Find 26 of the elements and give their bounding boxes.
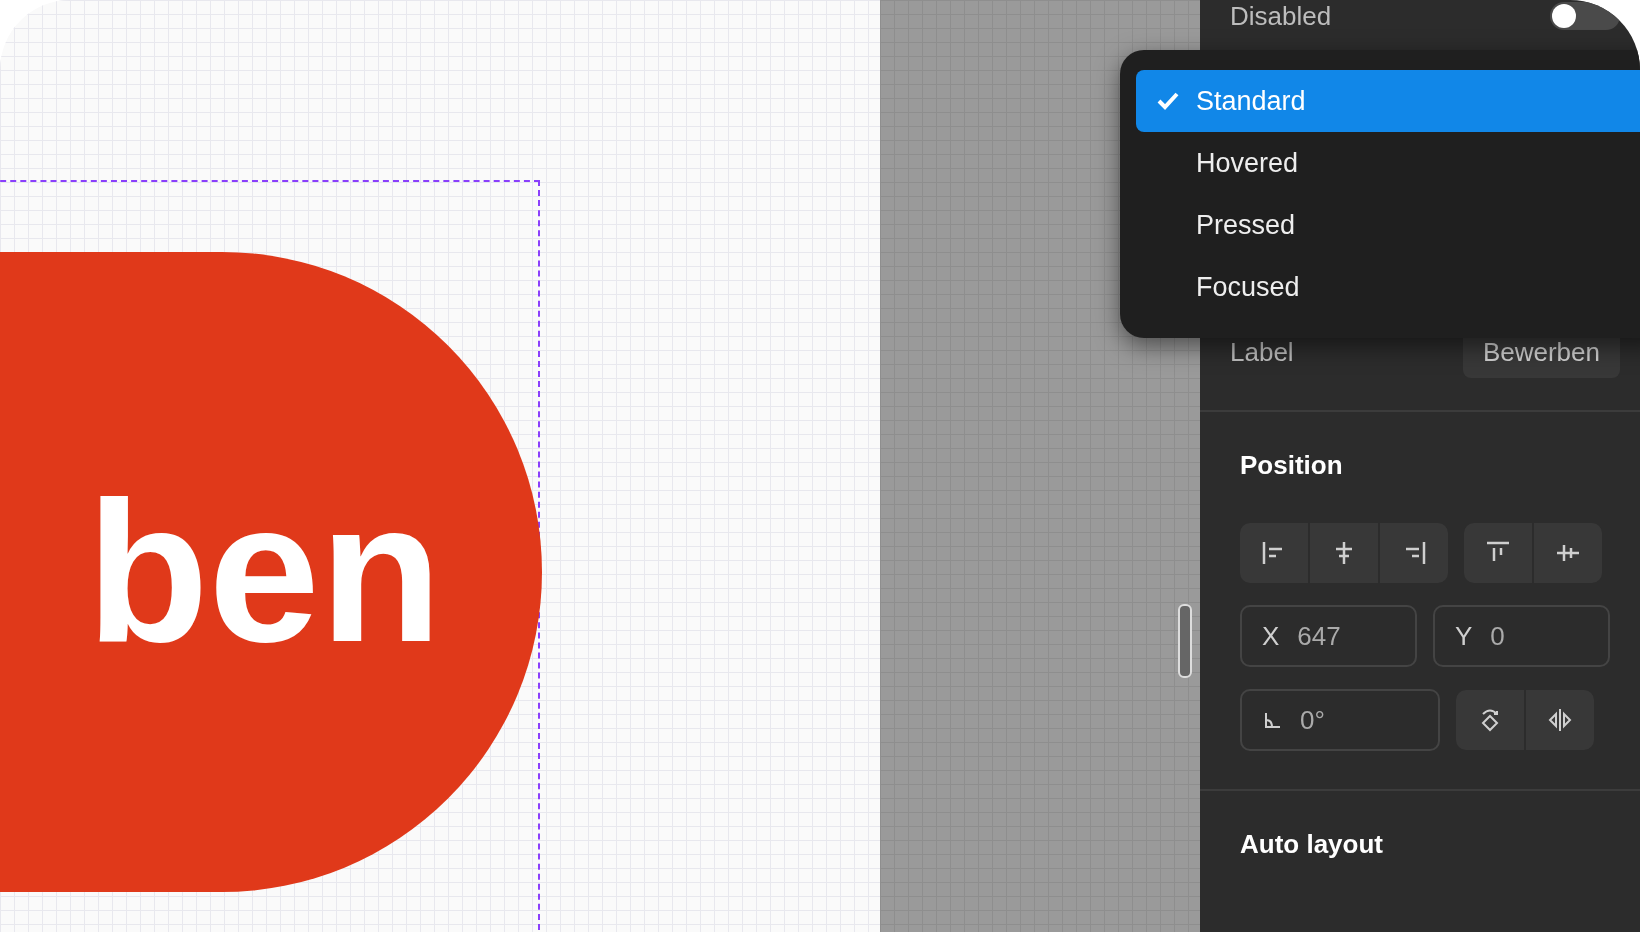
disabled-label: Disabled xyxy=(1230,0,1332,32)
section-title: Auto layout xyxy=(1240,829,1384,860)
x-field[interactable]: X 647 xyxy=(1240,605,1417,667)
toggle-switch[interactable] xyxy=(1550,2,1620,30)
align-button[interactable] xyxy=(1534,523,1602,583)
align-button[interactable] xyxy=(1464,523,1532,583)
rotation-field[interactable]: 0° xyxy=(1240,689,1440,751)
flip-button[interactable] xyxy=(1526,690,1594,750)
label-caption: Label xyxy=(1230,336,1294,368)
menu-item[interactable]: Standard xyxy=(1136,70,1640,132)
flip-icon xyxy=(1546,706,1574,734)
rotate-button[interactable] xyxy=(1456,690,1524,750)
menu-item[interactable]: Pressed xyxy=(1136,194,1640,256)
selection-frame[interactable]: ben xyxy=(0,180,540,932)
check-icon xyxy=(1156,91,1180,111)
button-label: ben xyxy=(86,472,442,672)
section-title: Position xyxy=(1240,450,1344,481)
scrollbar[interactable] xyxy=(1178,604,1192,678)
align-button[interactable] xyxy=(1380,523,1448,583)
align-button[interactable] xyxy=(1310,523,1378,583)
angle-icon xyxy=(1262,710,1282,730)
y-field[interactable]: Y 0 xyxy=(1433,605,1610,667)
align-button[interactable] xyxy=(1240,523,1308,583)
menu-item[interactable]: Hovered xyxy=(1136,132,1640,194)
menu-item[interactable]: Focused xyxy=(1136,256,1640,318)
button-shape[interactable]: ben xyxy=(0,252,542,892)
